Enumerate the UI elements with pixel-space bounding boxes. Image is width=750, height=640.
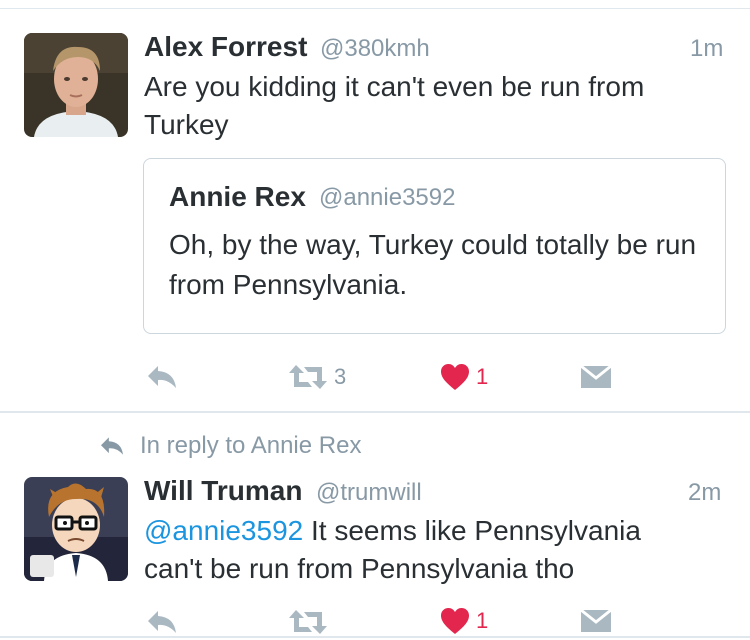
reply-context[interactable]: In reply to Annie Rex — [98, 432, 361, 460]
author-name[interactable]: Will Truman — [144, 475, 302, 507]
like-count: 1 — [476, 364, 489, 389]
heart-icon — [441, 364, 469, 390]
direct-message-icon — [580, 608, 612, 632]
avatar-alex-forrest[interactable] — [24, 33, 128, 137]
heart-icon — [441, 608, 469, 634]
direct-message-button[interactable] — [580, 364, 612, 390]
tweet-timestamp[interactable]: 2m — [688, 479, 721, 507]
tweet-text-line-2: can't be run from Pennsylvania tho — [144, 553, 575, 584]
like-button[interactable]: 1 — [440, 363, 488, 391]
tweet-divider — [0, 411, 750, 413]
quoted-tweet-text: Oh, by the way, Turkey could totally be … — [169, 229, 697, 300]
bottom-divider — [0, 636, 750, 638]
retweet-count: 3 — [334, 364, 347, 389]
like-button[interactable]: 1 — [440, 607, 488, 635]
author-handle[interactable]: @trumwill — [316, 479, 422, 507]
reply-context-text[interactable]: In reply to Annie Rex — [140, 432, 361, 460]
author-name[interactable]: Alex Forrest — [144, 31, 307, 63]
like-count: 1 — [476, 608, 489, 633]
retweet-button[interactable]: 3 — [288, 363, 346, 391]
tweet-text-line-1: @annie3592 It seems like Pennsylvania — [144, 512, 734, 550]
top-divider — [0, 8, 750, 9]
retweet-button[interactable] — [288, 608, 328, 636]
tweet-text-line-1: Are you kidding it can't even be run fro… — [144, 71, 645, 102]
reply-context-icon — [101, 437, 123, 455]
retweet-icon — [289, 365, 327, 389]
reply-icon — [148, 611, 176, 633]
direct-message-icon — [580, 364, 612, 388]
reply-icon — [148, 366, 176, 388]
author-handle[interactable]: @380kmh — [320, 35, 430, 63]
quoted-tweet[interactable]: Annie Rex @annie3592 Oh, by the way, Tur… — [143, 158, 726, 334]
mention-link[interactable]: @annie3592 — [144, 515, 303, 546]
avatar-will-truman[interactable] — [24, 477, 128, 581]
tweet-text: @annie3592 It seems like Pennsylvania ca… — [144, 512, 734, 588]
tweet-text-rest: It seems like Pennsylvania — [303, 515, 641, 546]
tweet-text-line-2: Turkey — [144, 109, 229, 140]
reply-button[interactable] — [146, 363, 178, 391]
quoted-author-handle: @annie3592 — [319, 184, 456, 211]
tweet-text: Are you kidding it can't even be run fro… — [144, 68, 734, 144]
quoted-author-name: Annie Rex — [169, 181, 306, 212]
reply-button[interactable] — [146, 608, 178, 636]
direct-message-button[interactable] — [580, 608, 612, 634]
retweet-icon — [289, 610, 327, 634]
tweet-timestamp[interactable]: 1m — [690, 35, 723, 63]
